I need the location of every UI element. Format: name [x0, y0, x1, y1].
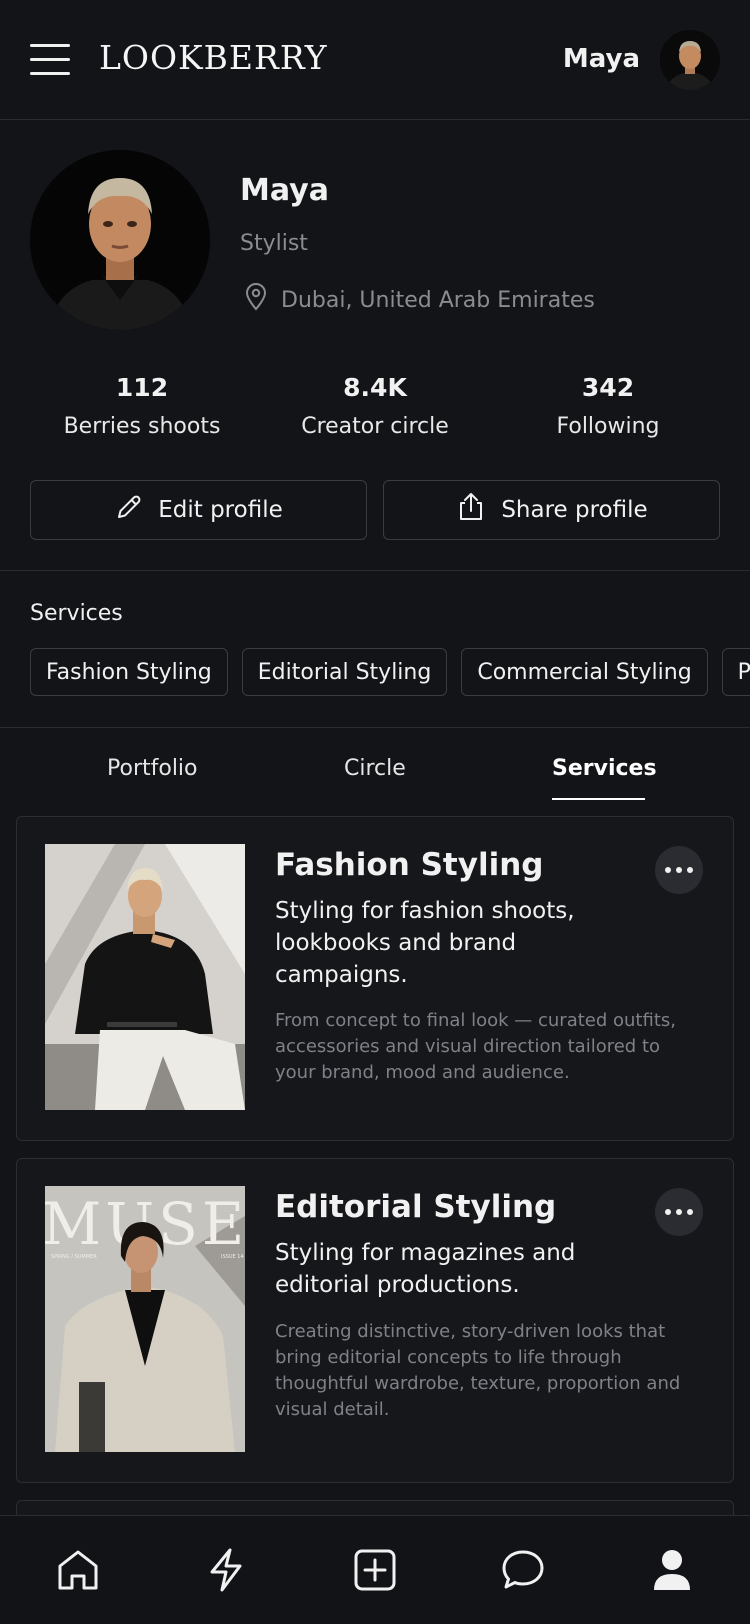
tab-services[interactable]: Services: [552, 756, 657, 781]
location-text: Dubai, United Arab Emirates: [281, 287, 595, 313]
bottom-navigation: [0, 1515, 750, 1624]
profile-avatar[interactable]: [30, 150, 210, 330]
cover-small-left: SPRING / SUMMER: [51, 1254, 97, 1260]
app-logo[interactable]: LOOKBERRY: [99, 38, 327, 77]
app-header: LOOKBERRY Maya: [0, 0, 750, 120]
divider: [0, 727, 750, 728]
stat-berries-shoots[interactable]: 112 Berries shoots: [22, 373, 262, 439]
card-description: Creating distinctive, story-driven looks…: [275, 1321, 681, 1420]
chip-editorial-styling[interactable]: Editorial Styling: [241, 648, 448, 696]
chip-commercial-styling[interactable]: Commercial Styling: [461, 648, 708, 696]
tab-circle[interactable]: Circle: [344, 756, 406, 781]
pencil-icon: [114, 492, 144, 528]
more-dots-icon: [665, 867, 671, 873]
card-title: Fashion Styling: [275, 847, 544, 883]
service-card-fashion-styling[interactable]: Fashion Styling Styling for fashion shoo…: [16, 816, 734, 1141]
profile-icon[interactable]: [648, 1546, 696, 1594]
card-subtitle: Styling for magazines and editorial prod…: [275, 1240, 576, 1298]
card-description: From concept to final look — curated out…: [275, 1010, 676, 1083]
home-icon[interactable]: [54, 1546, 102, 1594]
map-pin-icon: [245, 283, 267, 317]
tab-portfolio[interactable]: Portfolio: [107, 756, 198, 781]
edit-profile-button[interactable]: Edit profile: [30, 480, 367, 540]
share-profile-label: Share profile: [501, 497, 648, 523]
more-options-button[interactable]: [655, 846, 703, 894]
service-card-editorial-styling[interactable]: MUSE SPRING / SUMMER ISSUE 14 Editorial …: [16, 1158, 734, 1483]
more-options-button[interactable]: [655, 1188, 703, 1236]
chip-partial[interactable]: P: [721, 648, 750, 696]
chat-icon[interactable]: [499, 1546, 547, 1594]
add-square-icon[interactable]: [351, 1546, 399, 1594]
header-avatar[interactable]: [660, 30, 720, 90]
editorial-styling-image: MUSE SPRING / SUMMER ISSUE 14: [45, 1186, 245, 1452]
card-title: Editorial Styling: [275, 1189, 557, 1225]
profile-location: Dubai, United Arab Emirates: [245, 283, 595, 317]
share-icon: [455, 491, 487, 529]
services-section-title: Services: [30, 601, 123, 626]
stat-value: 112: [115, 373, 169, 402]
edit-profile-label: Edit profile: [158, 497, 283, 523]
stat-value: 8.4K: [343, 373, 407, 402]
stat-label: Following: [556, 414, 660, 439]
stat-creator-circle[interactable]: 8.4K Creator circle: [255, 373, 495, 439]
stat-label: Berries shoots: [63, 414, 221, 439]
card-subtitle: Styling for fashion shoots, lookbooks an…: [275, 898, 575, 988]
fashion-styling-image: [45, 844, 245, 1110]
service-chips: Fashion Styling Editorial Styling Commer…: [30, 648, 750, 696]
header-user-name[interactable]: Maya: [563, 44, 640, 74]
share-profile-button[interactable]: Share profile: [383, 480, 720, 540]
stat-value: 342: [581, 373, 635, 402]
active-tab-indicator: [552, 798, 645, 800]
lightning-icon[interactable]: [202, 1546, 250, 1594]
divider: [0, 570, 750, 571]
chip-fashion-styling[interactable]: Fashion Styling: [30, 648, 228, 696]
cover-small-right: ISSUE 14: [221, 1254, 244, 1260]
profile-name: Maya: [240, 173, 329, 208]
stat-following[interactable]: 342 Following: [488, 373, 728, 439]
stat-label: Creator circle: [301, 414, 449, 439]
more-dots-icon: [665, 1209, 671, 1215]
profile-role: Stylist: [240, 231, 308, 256]
hamburger-icon[interactable]: [30, 44, 70, 76]
